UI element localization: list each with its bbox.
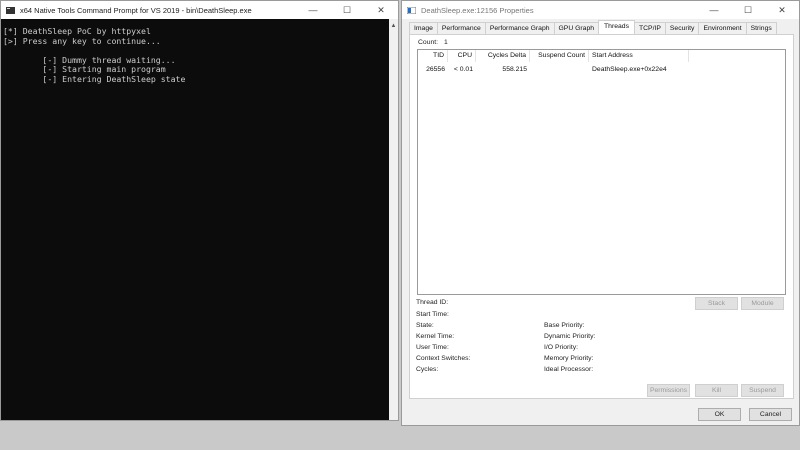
console-icon bbox=[6, 6, 15, 14]
tab-tcpip[interactable]: TCP/IP bbox=[633, 22, 666, 34]
tab-gpu-graph[interactable]: GPU Graph bbox=[553, 22, 600, 34]
console-title: x64 Native Tools Command Prompt for VS 2… bbox=[20, 5, 252, 15]
tab-performance[interactable]: Performance bbox=[436, 22, 486, 34]
cell-start-address: DeathSleep.exe+0x22e4 bbox=[592, 65, 667, 73]
module-button[interactable]: Module bbox=[741, 297, 784, 310]
list-header: TID CPU Cycles Delta Suspend Count Start… bbox=[418, 50, 785, 62]
base-priority-label: Base Priority: bbox=[544, 322, 585, 329]
maximize-button[interactable]: ☐ bbox=[731, 1, 765, 19]
kill-button[interactable]: Kill bbox=[695, 384, 738, 397]
dynamic-priority-label: Dynamic Priority: bbox=[544, 333, 596, 340]
thread-id-label: Thread ID: bbox=[416, 299, 449, 306]
suspend-button[interactable]: Suspend bbox=[741, 384, 784, 397]
cycles-label: Cycles: bbox=[416, 366, 439, 373]
threads-list[interactable]: TID CPU Cycles Delta Suspend Count Start… bbox=[417, 49, 786, 295]
io-priority-label: I/O Priority: bbox=[544, 344, 578, 351]
kernel-time-label: Kernel Time: bbox=[416, 333, 455, 340]
console-titlebar: x64 Native Tools Command Prompt for VS 2… bbox=[1, 1, 398, 19]
count-value: 1 bbox=[444, 39, 448, 46]
tab-threads[interactable]: Threads bbox=[598, 20, 635, 34]
console-output[interactable]: [*] DeathSleep PoC by httpyxel [>] Press … bbox=[1, 19, 389, 420]
context-switches-label: Context Switches: bbox=[416, 355, 471, 362]
table-row[interactable]: 26556 < 0.01 558.215 DeathSleep.exe+0x22… bbox=[418, 63, 785, 75]
maximize-button[interactable]: ☐ bbox=[330, 1, 364, 19]
cell-cpu: < 0.01 bbox=[453, 65, 473, 73]
tab-performance-graph[interactable]: Performance Graph bbox=[484, 22, 555, 34]
stack-button[interactable]: Stack bbox=[695, 297, 738, 310]
minimize-button[interactable]: — bbox=[697, 1, 731, 19]
start-time-label: Start Time: bbox=[416, 311, 449, 318]
properties-titlebar: DeathSleep.exe:12156 Properties — ☐ ✕ bbox=[402, 1, 799, 19]
scroll-up-icon[interactable]: ▲ bbox=[389, 23, 398, 29]
tab-security[interactable]: Security bbox=[664, 22, 700, 34]
tab-environment[interactable]: Environment bbox=[698, 22, 747, 34]
minimize-button[interactable]: — bbox=[296, 1, 330, 19]
tab-bar: Image Performance Performance Graph GPU … bbox=[409, 20, 777, 34]
ideal-processor-label: Ideal Processor: bbox=[544, 366, 594, 373]
col-tid[interactable]: TID bbox=[418, 50, 448, 62]
count-label: Count: bbox=[418, 39, 439, 46]
user-time-label: User Time: bbox=[416, 344, 449, 351]
memory-priority-label: Memory Priority: bbox=[544, 355, 594, 362]
close-button[interactable]: ✕ bbox=[364, 1, 398, 19]
console-window: x64 Native Tools Command Prompt for VS 2… bbox=[0, 0, 399, 421]
properties-window: DeathSleep.exe:12156 Properties — ☐ ✕ Im… bbox=[401, 0, 800, 426]
col-cycles-delta[interactable]: Cycles Delta bbox=[476, 50, 530, 62]
col-start-address[interactable]: Start Address bbox=[589, 50, 689, 62]
console-scrollbar[interactable]: ▲ bbox=[389, 19, 398, 420]
col-suspend-count[interactable]: Suspend Count bbox=[530, 50, 589, 62]
properties-title: DeathSleep.exe:12156 Properties bbox=[421, 5, 534, 15]
cell-cycles-delta: 558.215 bbox=[502, 65, 527, 73]
cell-tid: 26556 bbox=[426, 65, 445, 73]
console-line: [-] Entering DeathSleep state bbox=[3, 73, 186, 84]
cancel-button[interactable]: Cancel bbox=[749, 408, 792, 421]
state-label: State: bbox=[416, 322, 434, 329]
console-line: [>] Press any key to continue... bbox=[3, 35, 161, 46]
app-icon bbox=[407, 6, 416, 14]
ok-button[interactable]: OK bbox=[698, 408, 741, 421]
close-button[interactable]: ✕ bbox=[765, 1, 799, 19]
tab-image[interactable]: Image bbox=[409, 22, 438, 34]
permissions-button[interactable]: Permissions bbox=[647, 384, 690, 397]
tab-strings[interactable]: Strings bbox=[745, 22, 777, 34]
col-cpu[interactable]: CPU bbox=[448, 50, 476, 62]
threads-panel: Count: 1 TID CPU Cycles Delta Suspend Co… bbox=[409, 34, 794, 399]
